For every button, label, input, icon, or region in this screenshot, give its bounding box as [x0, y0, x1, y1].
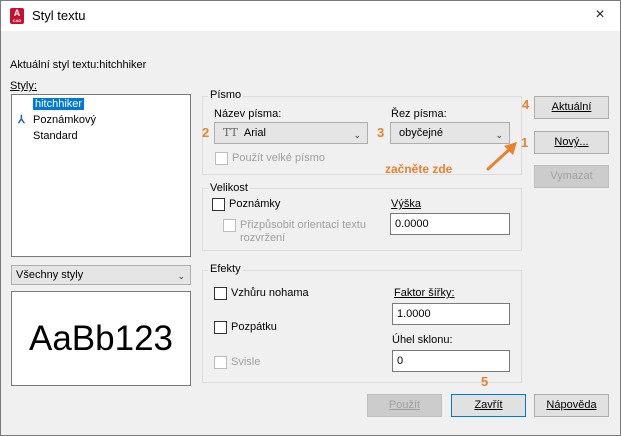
match-orientation-checkbox[interactable] [223, 219, 236, 232]
chevron-down-icon: ⌄ [353, 130, 361, 140]
height-input[interactable]: 0.0000 [390, 213, 510, 235]
style-preview: AaBb123 [11, 291, 191, 386]
width-factor-label: Faktor šířky: [394, 287, 455, 299]
effects-group-title: Efekty [208, 263, 243, 275]
new-style-button[interactable]: Nový... [534, 131, 609, 154]
help-button[interactable]: Nápověda [534, 394, 609, 417]
use-bigfont-label: Použít velké písmo [232, 152, 325, 164]
match-orientation-label: Přizpůsobit orientaci textu [240, 219, 366, 231]
truetype-icon: TT [223, 126, 238, 139]
apply-button[interactable]: Použít [367, 394, 442, 417]
arrow-icon [486, 142, 517, 171]
annotation-3: 3 [377, 125, 385, 140]
backwards-checkbox[interactable] [214, 321, 227, 334]
style-item-hitchhiker[interactable]: hitchhiker [13, 97, 189, 112]
height-label: Výška [391, 198, 421, 210]
delete-style-button[interactable]: Vymazat [534, 165, 609, 188]
use-bigfont-checkbox[interactable] [215, 152, 228, 165]
font-style-label: Řez písma: [391, 108, 447, 120]
annotation-4: 4 [522, 97, 530, 112]
vertical-label: Svisle [231, 356, 261, 368]
style-filter-select[interactable]: Všechny styly ⌄ [11, 265, 191, 285]
font-name-select[interactable]: TT Arial ⌄ [214, 122, 368, 144]
set-current-button[interactable]: Aktuální [534, 96, 609, 119]
title-bar: A CAD Styl textu × [1, 1, 620, 31]
styles-label: Styly: [10, 80, 37, 92]
start-here-hint: začněte zde [385, 162, 453, 176]
annotation-1: 1 [521, 135, 529, 150]
close-icon[interactable]: × [580, 1, 620, 31]
oblique-angle-input[interactable]: 0 [392, 350, 510, 372]
window-title: Styl textu [32, 8, 86, 23]
style-item-poznamkovy[interactable]: ⅄ Poznámkový [13, 113, 189, 128]
close-button[interactable]: Zavřít [451, 394, 526, 417]
size-group-title: Velikost [208, 182, 250, 194]
style-item-standard[interactable]: Standard [13, 129, 189, 144]
annotative-icon: ⅄ [18, 114, 25, 126]
match-orientation-label-2: rozvržení [240, 232, 286, 244]
oblique-angle-label: Úhel sklonu: [392, 334, 453, 346]
app-icon: A CAD [10, 8, 24, 24]
annotation-5: 5 [481, 374, 489, 389]
styles-list[interactable]: hitchhiker ⅄ Poznámkový Standard [11, 94, 191, 257]
annotative-label: Poznámky [229, 198, 281, 210]
upside-down-checkbox[interactable] [214, 287, 227, 300]
text-style-dialog: A CAD Styl textu × Aktuální styl textu:h… [0, 0, 621, 436]
width-factor-input[interactable]: 1.0000 [392, 303, 510, 325]
font-group-title: Písmo [208, 89, 244, 101]
chevron-down-icon: ⌄ [177, 271, 185, 281]
vertical-checkbox[interactable] [214, 356, 227, 369]
backwards-label: Pozpátku [231, 321, 277, 333]
font-name-label: Název písma: [214, 108, 282, 120]
upside-down-label: Vzhůru nohama [231, 287, 309, 299]
annotation-2: 2 [202, 125, 210, 140]
annotative-checkbox[interactable] [212, 198, 225, 211]
current-style-label: Aktuální styl textu:hitchhiker [10, 59, 147, 71]
